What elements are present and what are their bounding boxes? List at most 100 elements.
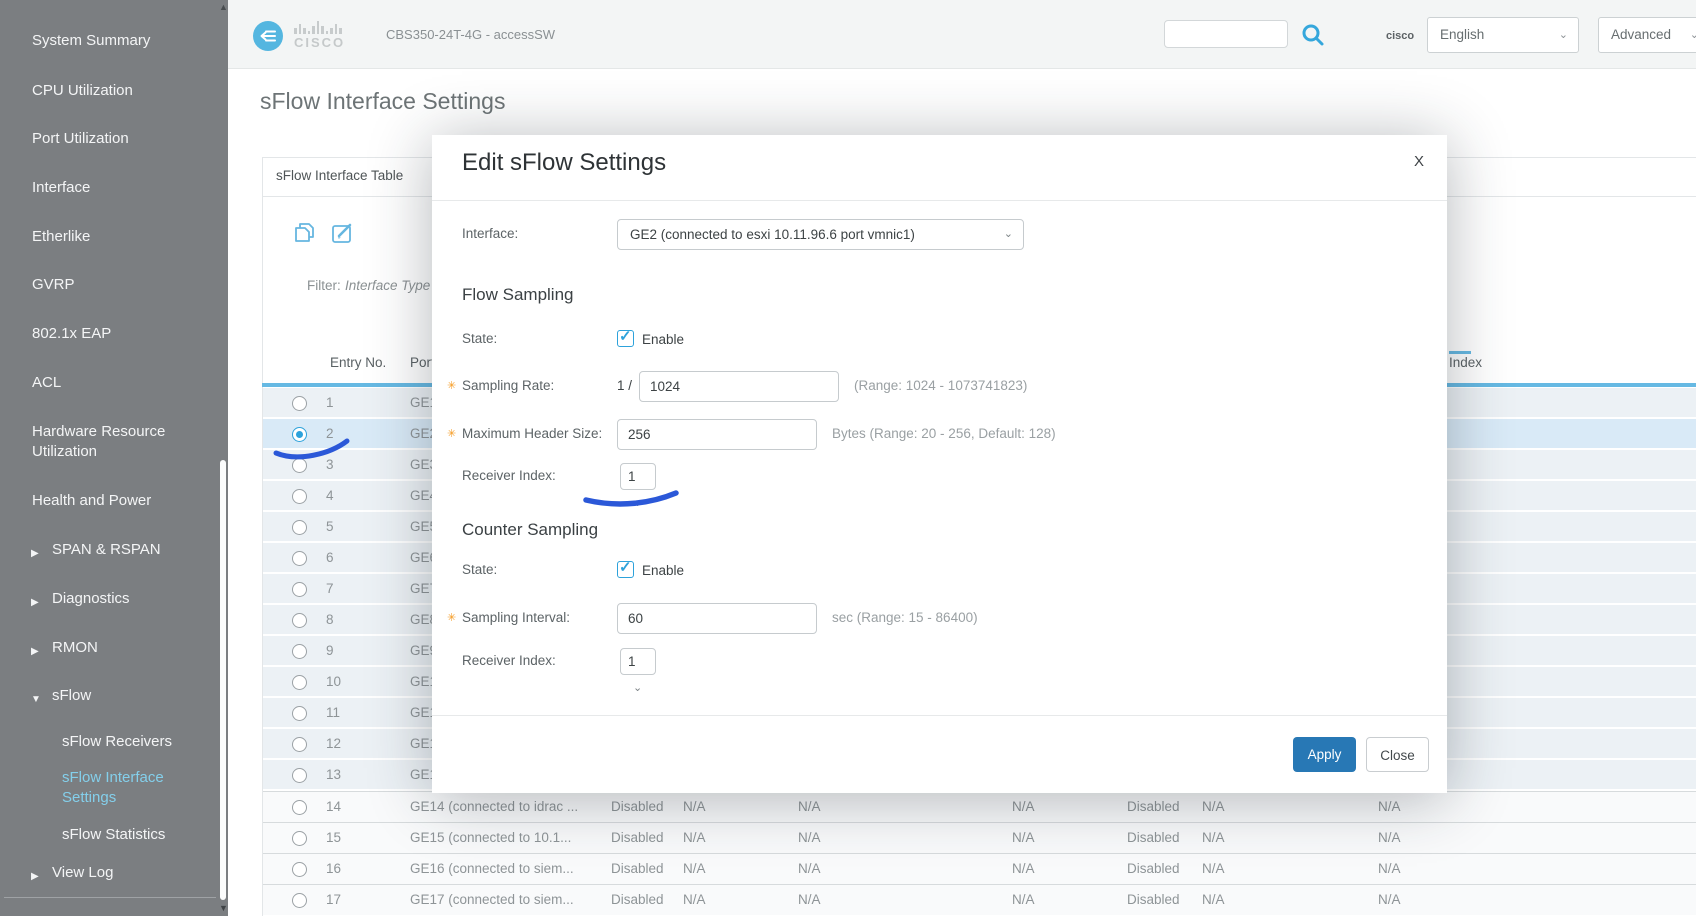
search-input[interactable] bbox=[1164, 20, 1288, 48]
cell-entry-no: 13 bbox=[326, 767, 341, 782]
edit-settings-button[interactable] bbox=[330, 221, 355, 246]
row-select-radio[interactable] bbox=[292, 893, 307, 908]
cell-entry-no: 10 bbox=[326, 674, 341, 689]
flow-receiver-index-select[interactable]: 1 ⌄ bbox=[620, 463, 656, 490]
cell-value: N/A bbox=[1202, 799, 1225, 814]
cell-value: N/A bbox=[798, 892, 821, 907]
cell-entry-no: 2 bbox=[326, 426, 334, 441]
dialog-close-icon[interactable]: X bbox=[1414, 153, 1424, 170]
sidebar-scrollbar-thumb[interactable] bbox=[220, 460, 226, 900]
sampling-rate-input[interactable] bbox=[639, 371, 839, 402]
cell-entry-no: 12 bbox=[326, 736, 341, 751]
counter-receiver-index-select[interactable]: 1 ⌄ bbox=[620, 648, 656, 675]
sampling-interval-input[interactable] bbox=[617, 603, 817, 634]
row-select-radio[interactable] bbox=[292, 396, 307, 411]
sidebar-item-label: CPU Utilization bbox=[32, 81, 196, 101]
close-button[interactable]: Close bbox=[1366, 737, 1429, 772]
chevron-collapsed-icon: ▶ bbox=[31, 593, 39, 613]
cell-entry-no: 6 bbox=[326, 550, 334, 565]
row-select-radio[interactable] bbox=[292, 427, 307, 442]
flow-enable-label: Enable bbox=[642, 332, 684, 347]
chevron-expanded-icon: ▼ bbox=[31, 690, 41, 710]
max-header-size-label: Maximum Header Size: bbox=[462, 426, 602, 441]
row-select-radio[interactable] bbox=[292, 582, 307, 597]
column-header-entry-no[interactable]: Entry No. bbox=[330, 355, 386, 370]
cisco-logo-icon bbox=[294, 19, 344, 34]
row-select-radio[interactable] bbox=[292, 862, 307, 877]
sidebar-item-label: SPAN & RSPAN bbox=[52, 540, 202, 560]
sidebar-scroll-down-icon[interactable]: ▼ bbox=[219, 903, 228, 913]
row-select-radio[interactable] bbox=[292, 737, 307, 752]
sidebar-item-label: System Summary bbox=[32, 31, 196, 51]
table-row-16: 16GE16 (connected to siem...DisabledN/AN… bbox=[263, 853, 1696, 884]
sidebar-item-label: sFlow bbox=[52, 686, 202, 706]
row-select-radio[interactable] bbox=[292, 768, 307, 783]
table-row-15: 15GE15 (connected to 10.1...DisabledN/AN… bbox=[263, 822, 1696, 853]
sidebar-item-label: RMON bbox=[52, 638, 202, 658]
cell-entry-no: 3 bbox=[326, 457, 334, 472]
sidebar-item-label: Interface bbox=[32, 178, 196, 198]
language-select[interactable]: English ⌄ bbox=[1427, 17, 1579, 53]
row-select-radio[interactable] bbox=[292, 675, 307, 690]
cell-entry-no: 15 bbox=[326, 830, 341, 845]
sidebar-item-label: Health and Power bbox=[32, 491, 196, 511]
counter-enable-label: Enable bbox=[642, 563, 684, 578]
search-button[interactable] bbox=[1300, 22, 1326, 48]
max-header-size-input[interactable] bbox=[617, 419, 817, 450]
flow-receiver-index-label: Receiver Index: bbox=[462, 468, 556, 483]
cell-port: GE16 (connected to siem... bbox=[410, 861, 574, 876]
interface-select[interactable]: GE2 (connected to esxi 10.11.96.6 port v… bbox=[617, 219, 1024, 250]
collapse-menu-icon bbox=[253, 21, 283, 51]
copy-settings-button[interactable] bbox=[292, 221, 317, 246]
cell-entry-no: 9 bbox=[326, 643, 334, 658]
dialog-title: Edit sFlow Settings bbox=[462, 149, 666, 177]
cell-value: Disabled bbox=[1127, 799, 1180, 814]
tab-sflow-interface-table[interactable]: sFlow Interface Table bbox=[276, 168, 403, 183]
row-select-radio[interactable] bbox=[292, 489, 307, 504]
counter-sampling-group-underline bbox=[1449, 351, 1471, 354]
row-select-radio[interactable] bbox=[292, 706, 307, 721]
page-title: sFlow Interface Settings bbox=[260, 88, 505, 115]
cell-port: GE17 (connected to siem... bbox=[410, 892, 574, 907]
cell-value: N/A bbox=[1012, 799, 1035, 814]
row-select-radio[interactable] bbox=[292, 458, 307, 473]
display-mode-select[interactable]: Advanced ⌄ bbox=[1598, 17, 1696, 53]
counter-receiver-index-label: Receiver Index: bbox=[462, 653, 556, 668]
cell-value: N/A bbox=[798, 861, 821, 876]
required-icon: ✳ bbox=[447, 379, 456, 392]
cell-value: N/A bbox=[798, 799, 821, 814]
cell-value: N/A bbox=[1012, 892, 1035, 907]
row-select-radio[interactable] bbox=[292, 613, 307, 628]
row-select-radio[interactable] bbox=[292, 800, 307, 815]
cell-value: N/A bbox=[1378, 892, 1401, 907]
row-select-radio[interactable] bbox=[292, 831, 307, 846]
flow-receiver-index-value: 1 bbox=[628, 469, 636, 484]
cell-entry-no: 7 bbox=[326, 581, 334, 596]
filter-label: Filter: bbox=[307, 278, 341, 293]
cell-value: Disabled bbox=[611, 892, 664, 907]
flow-state-checkbox[interactable] bbox=[617, 330, 634, 347]
apply-button[interactable]: Apply bbox=[1293, 737, 1356, 772]
sampling-interval-hint: sec (Range: 15 - 86400) bbox=[832, 610, 978, 625]
sidebar-item-label: Diagnostics bbox=[52, 589, 202, 609]
row-select-radio[interactable] bbox=[292, 644, 307, 659]
cell-value: Disabled bbox=[611, 861, 664, 876]
required-icon: ✳ bbox=[447, 427, 456, 440]
cell-value: Disabled bbox=[1127, 830, 1180, 845]
row-select-radio[interactable] bbox=[292, 520, 307, 535]
counter-receiver-index-value: 1 bbox=[628, 654, 636, 669]
table-row-14: 14GE14 (connected to idrac ...DisabledN/… bbox=[263, 791, 1696, 822]
cell-entry-no: 1 bbox=[326, 395, 334, 410]
cell-value: Disabled bbox=[611, 799, 664, 814]
sidebar-item-label: 802.1x EAP bbox=[32, 324, 196, 344]
counter-state-checkbox[interactable] bbox=[617, 561, 634, 578]
cell-value: N/A bbox=[798, 830, 821, 845]
cell-port: GE14 (connected to idrac ... bbox=[410, 799, 578, 814]
cell-port: GE15 (connected to 10.1... bbox=[410, 830, 571, 845]
flow-state-label: State: bbox=[462, 331, 497, 346]
row-select-radio[interactable] bbox=[292, 551, 307, 566]
chevron-collapsed-icon: ▶ bbox=[31, 544, 39, 564]
sidebar-scroll-up-icon[interactable]: ▲ bbox=[219, 2, 228, 12]
sidebar-collapse-button[interactable] bbox=[253, 21, 283, 51]
cell-value: N/A bbox=[1202, 861, 1225, 876]
